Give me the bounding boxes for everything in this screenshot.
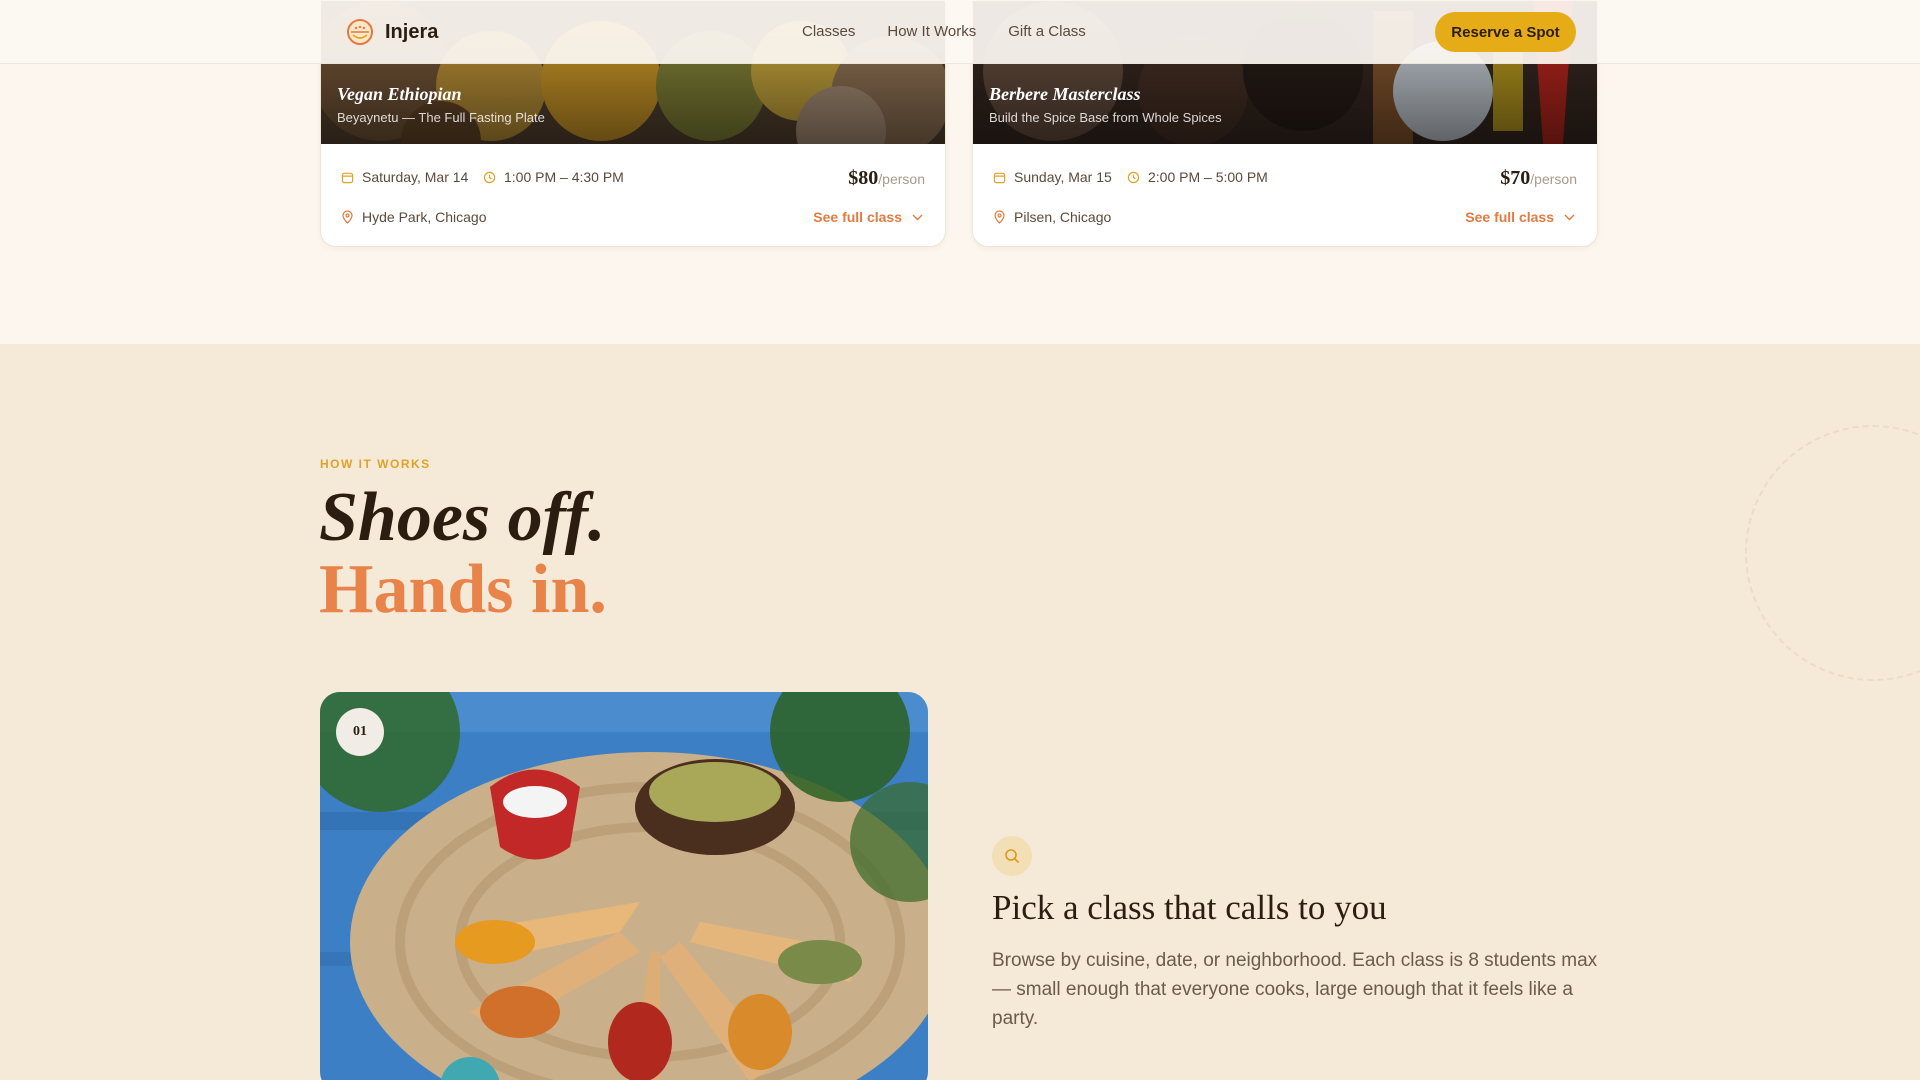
clock-icon [483, 171, 496, 183]
calendar-icon [341, 172, 354, 183]
step-image [320, 692, 928, 1080]
class-time-text: 1:00 PM – 4:30 PM [504, 169, 624, 185]
injera-logo-icon [347, 19, 373, 45]
headline-line-1: Shoes off. [319, 479, 606, 556]
step-icon-badge [992, 836, 1032, 876]
class-date-text: Saturday, Mar 14 [362, 169, 469, 185]
class-time: 1:00 PM – 4:30 PM [483, 169, 624, 185]
nav-link-classes[interactable]: Classes [802, 23, 855, 40]
how-it-works-section: HOW IT WORKS Shoes off. Hands in. 01 Pic… [0, 344, 1920, 1080]
class-title: Berbere Masterclass [989, 84, 1141, 104]
chevron-down-icon [1564, 214, 1575, 220]
class-price: $70/person [1500, 167, 1577, 190]
class-subtitle: Beyaynetu — The Full Fasting Plate [337, 110, 545, 125]
brand-logo-link[interactable]: Injera [346, 18, 438, 46]
class-time: 2:00 PM – 5:00 PM [1127, 169, 1268, 185]
top-nav: Injera Classes How It Works Gift a Class… [0, 0, 1920, 64]
class-date-text: Sunday, Mar 15 [1014, 169, 1112, 185]
location-pin-icon [994, 210, 1005, 224]
location-pin-icon [342, 210, 353, 224]
price-value: $70 [1500, 167, 1531, 189]
class-location: Hyde Park, Chicago [341, 209, 487, 225]
class-price: $80/person [848, 167, 925, 190]
see-full-class-link[interactable]: See full class [1465, 209, 1575, 225]
calendar-icon [993, 172, 1006, 183]
clock-icon [1127, 171, 1140, 183]
see-full-class-link[interactable]: See full class [813, 209, 923, 225]
price-unit: /person [1530, 171, 1577, 187]
class-location-text: Hyde Park, Chicago [362, 209, 487, 225]
chevron-down-icon [912, 214, 923, 220]
step-description: Browse by cuisine, date, or neighborhood… [992, 950, 1598, 1029]
class-subtitle: Build the Spice Base from Whole Spices [989, 110, 1222, 125]
price-value: $80 [848, 167, 879, 189]
section-headline: Shoes off. Hands in. [319, 482, 607, 626]
see-full-class-label: See full class [1465, 209, 1554, 225]
brand-name: Injera [385, 20, 439, 43]
see-full-class-label: See full class [813, 209, 902, 225]
nav-link-how-it-works[interactable]: How It Works [887, 23, 976, 40]
step-number-badge: 01 [336, 708, 384, 756]
section-eyebrow: HOW IT WORKS [320, 457, 431, 471]
class-location: Pilsen, Chicago [993, 209, 1111, 225]
decorative-circle [1745, 425, 1920, 681]
nav-link-gift-a-class[interactable]: Gift a Class [1008, 23, 1086, 40]
search-icon [1005, 849, 1019, 863]
nav-links: Classes How It Works Gift a Class [802, 23, 1086, 40]
reserve-spot-button[interactable]: Reserve a Spot [1435, 12, 1576, 52]
class-time-text: 2:00 PM – 5:00 PM [1148, 169, 1268, 185]
class-date: Saturday, Mar 14 [341, 169, 468, 185]
headline-line-2: Hands in. [319, 551, 607, 628]
class-title: Vegan Ethiopian [337, 84, 462, 104]
step-title: Pick a class that calls to you [992, 888, 1387, 927]
class-location-text: Pilsen, Chicago [1014, 209, 1112, 225]
price-unit: /person [878, 171, 925, 187]
class-date: Sunday, Mar 15 [993, 169, 1112, 185]
